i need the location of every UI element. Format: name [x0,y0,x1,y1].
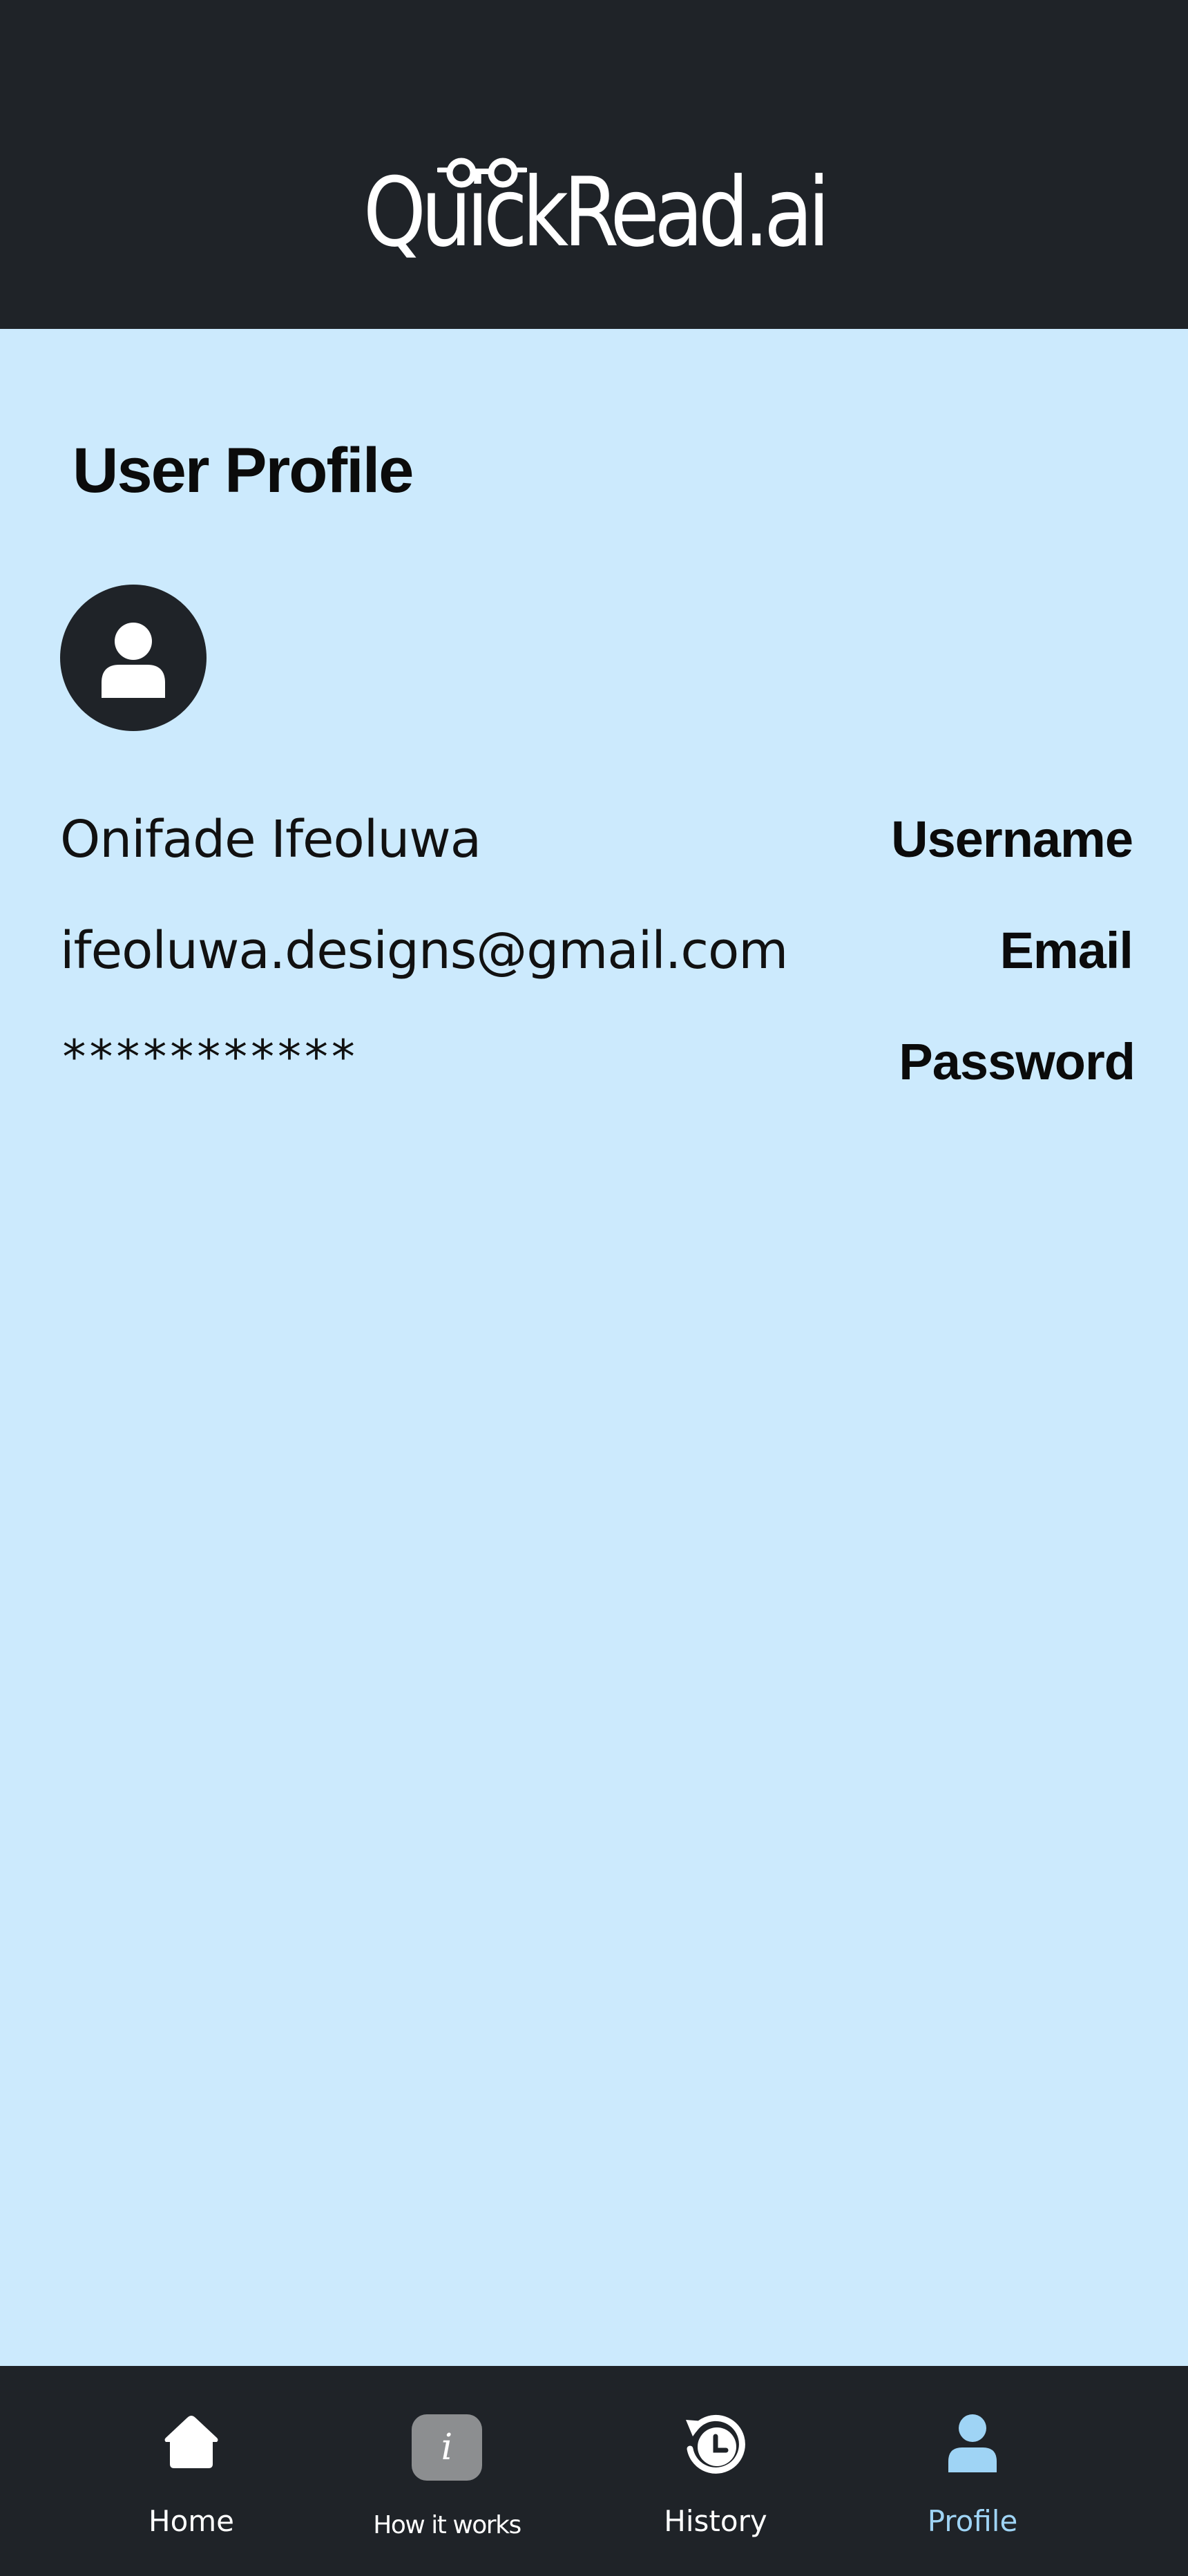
email-label: Email [999,922,1133,979]
user-icon [102,623,165,698]
password-label: Password [899,1033,1136,1090]
nav-item-history[interactable]: History [612,2366,819,2576]
logo-text: QuickRead.ai [363,157,830,268]
nav-item-how-it-works[interactable]: i How it works [343,2366,550,2576]
avatar [60,585,207,731]
nav-item-profile[interactable]: Profile [869,2366,1076,2576]
nav-label-home: Home [148,2504,235,2538]
user-icon [948,2414,997,2472]
nav-label-history: History [664,2504,767,2538]
info-icon: i [412,2414,482,2481]
username-value: Onifade Ifeoluwa [60,810,481,869]
nav-item-home[interactable]: Home [88,2366,295,2576]
page-title: User Profile [73,435,414,506]
app-header: QuickRead.ai [0,0,1188,329]
history-icon [686,2414,745,2474]
profile-page: User Profile Onifade Ifeoluwa Username i… [0,329,1188,2366]
password-value: *********** [60,1030,357,1085]
nav-label-how-it-works: How it works [373,2511,521,2539]
email-value: ifeoluwa.designs@gmail.com [60,921,788,981]
username-label: Username [891,811,1133,868]
home-icon [164,2416,218,2468]
quickread-logo: QuickRead.ai [0,0,1188,329]
nav-label-profile: Profile [927,2504,1018,2538]
bottom-nav: Home i How it works History Profile [0,2366,1188,2576]
